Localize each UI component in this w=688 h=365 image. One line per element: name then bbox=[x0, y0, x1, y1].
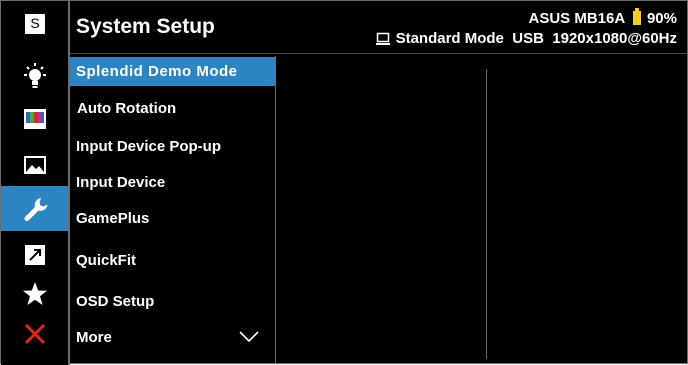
resolution: 1920x1080@60Hz bbox=[552, 30, 677, 47]
menu-item-gameplus[interactable]: GamePlus bbox=[70, 204, 275, 233]
sidebar-item-color[interactable] bbox=[1, 99, 69, 139]
battery-icon bbox=[632, 8, 641, 25]
status-bar: ASUS MB16A 90% Standard Mode USB 1920x10… bbox=[375, 8, 677, 49]
menu-item-label: Input Device Pop-up bbox=[76, 138, 222, 155]
menu-item-quickfit[interactable]: QuickFit bbox=[70, 246, 275, 275]
sidebar-item-system-setup[interactable] bbox=[1, 186, 69, 231]
image-icon bbox=[24, 156, 46, 174]
color-bars-icon bbox=[24, 109, 46, 129]
light-bulb-icon bbox=[24, 63, 46, 88]
sidebar-item-splendid[interactable]: S bbox=[1, 4, 69, 44]
s-icon: S bbox=[25, 14, 45, 34]
sidebar-item-shortcut[interactable] bbox=[1, 235, 69, 275]
sidebar-item-exit[interactable] bbox=[1, 314, 69, 354]
menu-item-label: More bbox=[76, 329, 112, 346]
header-divider bbox=[70, 53, 687, 54]
close-icon bbox=[24, 323, 46, 345]
input-source: USB bbox=[512, 30, 544, 47]
shortcut-arrow-icon bbox=[25, 245, 45, 265]
sidebar-item-favorites[interactable] bbox=[1, 274, 69, 314]
battery-level: 90% bbox=[646, 10, 677, 27]
status-line-1: ASUS MB16A 90% bbox=[376, 8, 677, 29]
chevron-down-icon bbox=[239, 331, 259, 343]
menu-item-label: Input Device bbox=[76, 174, 166, 191]
svg-text:S: S bbox=[30, 15, 39, 31]
monitor-icon bbox=[375, 32, 390, 45]
star-icon bbox=[23, 282, 47, 305]
menu-item-splendid-demo-mode[interactable]: Splendid Demo Mode bbox=[70, 57, 275, 86]
display-mode: Standard Mode bbox=[395, 30, 504, 47]
menu-item-more[interactable]: More bbox=[70, 323, 275, 352]
page-title: System Setup bbox=[76, 15, 215, 38]
sidebar-item-image[interactable] bbox=[1, 145, 69, 185]
menu-item-label: Splendid Demo Mode bbox=[76, 63, 238, 80]
sidebar-item-blue-light-filter[interactable] bbox=[1, 56, 69, 96]
model-name: ASUS MB16A bbox=[528, 10, 625, 27]
column-divider-1 bbox=[275, 56, 276, 363]
menu-item-osd-setup[interactable]: OSD Setup bbox=[70, 287, 275, 316]
menu-item-label: QuickFit bbox=[76, 252, 137, 269]
menu-item-auto-rotation[interactable]: Auto Rotation bbox=[70, 94, 275, 123]
menu-item-input-device[interactable]: Input Device bbox=[70, 168, 275, 197]
menu-item-label: OSD Setup bbox=[76, 293, 155, 310]
menu-item-label: Auto Rotation bbox=[77, 100, 177, 117]
wrench-icon bbox=[24, 197, 48, 221]
column-divider-2 bbox=[486, 69, 487, 359]
osd-window: S System Setup ASUS MB16A 90% Standard M… bbox=[0, 0, 688, 365]
menu-item-label: GamePlus bbox=[76, 210, 150, 227]
status-line-2: Standard Mode USB 1920x1080@60Hz bbox=[375, 29, 677, 49]
sidebar: S bbox=[1, 1, 69, 365]
menu-item-input-device-popup[interactable]: Input Device Pop-up bbox=[70, 132, 275, 161]
